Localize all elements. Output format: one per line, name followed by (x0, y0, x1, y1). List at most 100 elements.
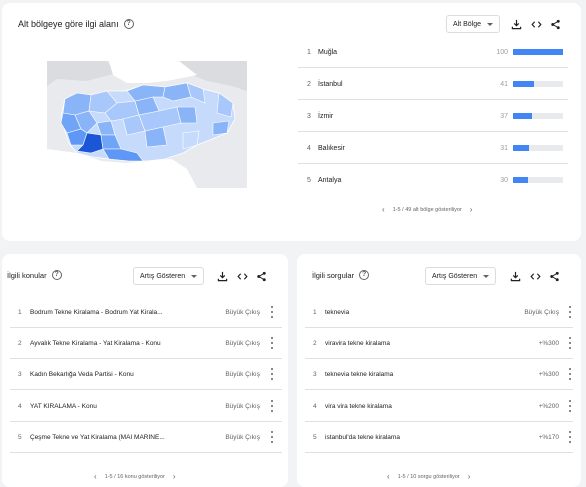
chevron-right-icon[interactable]: › (468, 472, 471, 481)
query-metric: +%170 (538, 434, 559, 441)
topic-row[interactable]: 5 Çeşme Tekne ve Yat Kiralama (MAI MARİN… (10, 422, 282, 453)
more-vert-icon[interactable] (568, 337, 572, 349)
queries-filter-dropdown[interactable]: Artış Gösteren (425, 267, 497, 285)
topic-metric: Büyük Çıkış (225, 403, 260, 410)
download-icon[interactable] (216, 270, 228, 282)
more-vert-icon[interactable] (270, 306, 274, 318)
region-rank: 5 (307, 177, 311, 184)
region-bar-track (513, 113, 563, 119)
region-value: 37 (500, 113, 508, 120)
share-icon[interactable] (549, 18, 561, 30)
query-rank: 3 (313, 371, 317, 378)
query-rank: 4 (313, 403, 317, 410)
help-circle-icon[interactable]: ? (359, 270, 370, 280)
region-name: İstanbul (318, 81, 343, 88)
region-row[interactable]: 2 İstanbul 41 (298, 68, 568, 100)
query-rank: 2 (313, 340, 317, 347)
more-vert-icon[interactable] (568, 368, 572, 380)
topic-text[interactable]: YAT KİRALAMA - Konu (30, 403, 208, 410)
topic-metric: Büyük Çıkış (225, 340, 260, 347)
more-vert-icon[interactable] (270, 400, 274, 412)
topic-metric: Büyük Çıkış (225, 434, 260, 441)
topic-rank: 2 (18, 340, 22, 347)
topics-pagination: ‹ 1-5 / 16 konu gösteriliyor › (94, 472, 176, 481)
region-bar-track (513, 177, 563, 183)
query-text[interactable]: vira vira tekne kiralama (325, 403, 495, 410)
query-text[interactable]: istanbul'da tekne kiralama (325, 434, 495, 441)
query-row[interactable]: 2 viravira tekne kiralama +%300 (305, 328, 573, 359)
chevron-left-icon[interactable]: ‹ (94, 472, 97, 481)
share-icon[interactable] (548, 270, 560, 282)
chevron-left-icon[interactable]: ‹ (382, 205, 385, 214)
query-row[interactable]: 5 istanbul'da tekne kiralama +%170 (305, 422, 573, 453)
more-vert-icon[interactable] (568, 431, 572, 443)
code-icon[interactable] (530, 18, 542, 30)
region-pager-text: 1-5 / 49 alt bölge gösteriliyor (392, 206, 462, 213)
code-icon[interactable] (236, 270, 248, 282)
more-vert-icon[interactable] (568, 400, 572, 412)
region-row[interactable]: 3 İzmir 37 (298, 100, 568, 132)
region-bar-fill (513, 81, 534, 87)
topic-row[interactable]: 1 Bodrum Tekne Kiralama - Bodrum Yat Kir… (10, 297, 282, 328)
region-card-header: Alt bölgeye göre ilgi alanı ? (18, 19, 134, 29)
region-rank: 1 (307, 49, 311, 56)
region-level-dropdown[interactable]: Alt Bölge (446, 15, 501, 33)
query-text[interactable]: teknevia tekne kiralama (325, 371, 495, 378)
topic-rank: 3 (18, 371, 22, 378)
more-vert-icon[interactable] (270, 431, 274, 443)
caret-down-icon (483, 274, 490, 278)
topic-text[interactable]: Çeşme Tekne ve Yat Kiralama (MAI MARİNE.… (30, 434, 208, 441)
topic-row[interactable]: 2 Ayvalık Tekne Kiralama - Yat Kiralama … (10, 328, 282, 359)
help-circle-icon[interactable]: ? (123, 19, 134, 29)
caret-down-icon (191, 274, 198, 278)
query-text[interactable]: teknevia (325, 309, 495, 316)
region-map[interactable] (47, 61, 247, 188)
region-value: 31 (500, 145, 508, 152)
related-queries-card: İlgili sorgular ? Artış Gösteren 1 tekne… (297, 254, 581, 487)
query-rank: 1 (313, 309, 317, 316)
topics-card-header: İlgili konular ? (7, 270, 62, 280)
more-vert-icon[interactable] (568, 306, 572, 318)
region-pagination: ‹ 1-5 / 49 alt bölge gösteriliyor › (382, 205, 472, 214)
query-metric: +%200 (538, 403, 559, 410)
query-row[interactable]: 3 teknevia tekne kiralama +%300 (305, 359, 573, 390)
caret-down-icon (487, 22, 494, 26)
topic-metric: Büyük Çıkış (225, 371, 260, 378)
topic-text[interactable]: Bodrum Tekne Kiralama - Bodrum Yat Kiral… (30, 309, 208, 316)
more-vert-icon[interactable] (270, 368, 274, 380)
help-circle-icon[interactable]: ? (51, 270, 62, 280)
query-row[interactable]: 1 teknevia Büyük Çıkış (305, 297, 573, 328)
region-rank: 3 (307, 113, 311, 120)
topic-row[interactable]: 3 Kadın Bekarlığa Veda Partisi - Konu Bü… (10, 359, 282, 390)
code-icon[interactable] (529, 270, 541, 282)
region-bar-track (513, 81, 563, 87)
more-vert-icon[interactable] (270, 337, 274, 349)
region-row[interactable]: 4 Balıkesir 31 (298, 132, 568, 164)
query-text[interactable]: viravira tekne kiralama (325, 340, 495, 347)
query-metric: Büyük Çıkış (524, 309, 559, 316)
query-metric: +%300 (538, 371, 559, 378)
region-bar-track (513, 145, 563, 151)
topic-text[interactable]: Kadın Bekarlığa Veda Partisi - Konu (30, 371, 208, 378)
topics-card-title: İlgili konular (7, 270, 47, 280)
topic-text[interactable]: Ayvalık Tekne Kiralama - Yat Kiralama - … (30, 340, 208, 347)
topic-rank: 5 (18, 434, 22, 441)
region-name: Muğla (318, 49, 338, 56)
topics-filter-dropdown[interactable]: Artış Gösteren (133, 267, 205, 285)
topic-rank: 4 (18, 403, 22, 410)
region-bar-track (513, 49, 563, 55)
chevron-right-icon[interactable]: › (173, 472, 176, 481)
region-bar-fill (513, 49, 563, 55)
queries-card-title: İlgili sorgular (312, 270, 355, 280)
region-row[interactable]: 5 Antalya 30 (298, 164, 568, 196)
region-bar-fill (513, 177, 528, 183)
topic-metric: Büyük Çıkış (225, 309, 260, 316)
chevron-left-icon[interactable]: ‹ (387, 472, 390, 481)
chevron-right-icon[interactable]: › (470, 205, 473, 214)
topic-row[interactable]: 4 YAT KİRALAMA - Konu Büyük Çıkış (10, 391, 282, 422)
query-row[interactable]: 4 vira vira tekne kiralama +%200 (305, 391, 573, 422)
share-icon[interactable] (255, 270, 267, 282)
region-row[interactable]: 1 Muğla 100 (298, 36, 568, 68)
download-icon[interactable] (509, 270, 521, 282)
download-icon[interactable] (510, 18, 522, 30)
